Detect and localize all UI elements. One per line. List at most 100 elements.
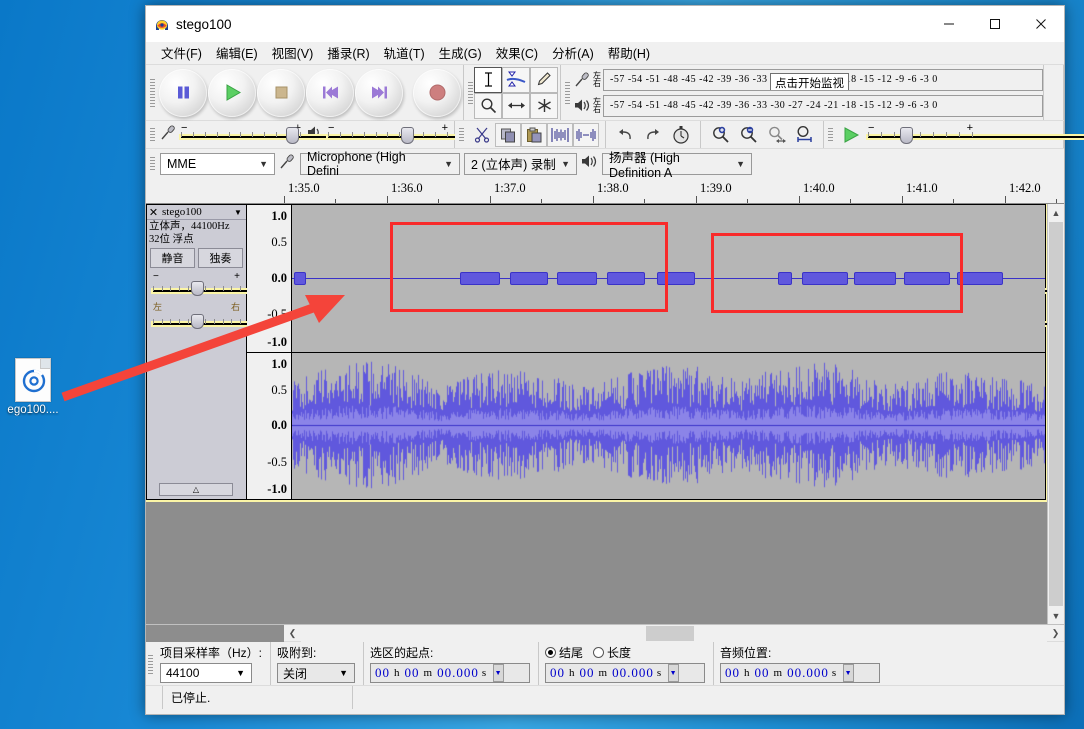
multi-tool-icon[interactable] — [530, 92, 558, 119]
mixer-grip[interactable] — [148, 121, 156, 148]
scroll-up-button[interactable]: ▲ — [1048, 204, 1064, 221]
desktop-icon-label: ego100.... — [7, 404, 59, 416]
zoom-out-button[interactable] — [735, 123, 761, 147]
playback-meter-bar[interactable]: -57 -54 -51 -48 -45 -42 -39 -36 -33 -30 … — [603, 94, 1043, 117]
recording-volume-slider[interactable]: − + — [179, 122, 1083, 145]
recording-channels-combo[interactable]: 2 (立体声) 录制 ▼ — [464, 152, 577, 175]
file-page-shape — [15, 358, 51, 402]
close-button[interactable] — [1018, 6, 1064, 42]
play-speed-slider[interactable]: − + — [866, 122, 1084, 145]
scroll-down-button[interactable]: ▼ — [1048, 607, 1064, 624]
chevron-down-icon: ▼ — [561, 158, 570, 169]
horizontal-scroll-track[interactable] — [301, 624, 1047, 642]
mute-button[interactable]: 静音 — [150, 248, 195, 268]
redo-button[interactable] — [640, 123, 666, 147]
menu-analyze[interactable]: 分析(A) — [545, 41, 601, 64]
track-menu-dropdown-icon[interactable]: ▼ — [230, 208, 246, 217]
fit-selection-button[interactable] — [763, 123, 789, 147]
record-button[interactable] — [413, 68, 461, 117]
selection-tool-icon[interactable] — [474, 66, 502, 93]
audio-pos-hours: 00 — [725, 665, 741, 680]
menu-tracks[interactable]: 轨道(T) — [377, 41, 432, 64]
project-rate-combo[interactable]: 44100 ▼ — [160, 663, 252, 683]
tools-grip[interactable] — [466, 65, 474, 120]
skip-end-button[interactable] — [355, 68, 403, 117]
sel-end-spinner[interactable]: ▼ — [668, 664, 680, 682]
menu-help[interactable]: 帮助(H) — [601, 41, 657, 64]
trim-audio-button[interactable] — [547, 122, 573, 147]
scroll-left-button[interactable]: ❮ — [284, 628, 301, 639]
cut-button[interactable] — [469, 123, 495, 147]
audio-host-combo[interactable]: MME ▼ — [160, 152, 275, 175]
playback-volume-thumb[interactable] — [401, 126, 414, 144]
selection-start-field[interactable]: 00 h 00 m 00.000 s ▼ — [370, 663, 531, 683]
selection-end-field[interactable]: 00 h 00 m 00.000 s ▼ — [545, 663, 706, 683]
track-collapse-button[interactable]: △ — [159, 483, 233, 496]
waveform-right[interactable] — [292, 353, 1045, 499]
device-grip[interactable] — [148, 149, 156, 178]
menu-effect[interactable]: 效果(C) — [489, 41, 545, 64]
draw-tool-icon[interactable] — [530, 66, 558, 93]
menu-file[interactable]: 文件(F) — [154, 41, 209, 64]
menu-generate[interactable]: 生成(G) — [432, 41, 489, 64]
menu-edit[interactable]: 编辑(E) — [209, 41, 265, 64]
pan-slider[interactable] — [151, 313, 1047, 331]
track-area: ✕ stego100 ▼ 立体声，44100Hz 32位 浮点 静音 独奏 − … — [146, 204, 1064, 624]
horizontal-scrollbar[interactable]: ❮ ❯ — [146, 624, 1064, 642]
snap-to-combo[interactable]: 关闭 ▼ — [277, 663, 356, 683]
scroll-right-button[interactable]: ❯ — [1047, 628, 1064, 639]
sel-start-spinner[interactable]: ▼ — [493, 664, 505, 682]
edit-grip[interactable] — [457, 121, 465, 148]
pan-slider-thumb[interactable] — [191, 314, 204, 329]
audio-pos-spinner[interactable]: ▼ — [843, 664, 855, 682]
end-radio[interactable]: 结尾 — [545, 644, 583, 661]
stop-button[interactable] — [257, 68, 305, 117]
gain-slider-thumb[interactable] — [191, 281, 204, 296]
track-close-button[interactable]: ✕ — [147, 206, 160, 219]
desktop-icon-audio-file[interactable]: ego100.... — [2, 358, 64, 416]
zoom-tool-icon[interactable] — [474, 92, 502, 119]
playback-device-combo[interactable]: 扬声器 (High Definition A ▼ — [602, 151, 752, 180]
horizontal-scroll-thumb[interactable] — [646, 625, 694, 641]
menu-bar: 文件(F) 编辑(E) 视图(V) 播录(R) 轨道(T) 生成(G) 效果(C… — [146, 42, 1064, 64]
audio-position-field[interactable]: 00 h 00 m 00.000 s ▼ — [720, 663, 881, 683]
maximize-button[interactable] — [972, 6, 1018, 42]
vertical-scroll-thumb[interactable] — [1049, 222, 1063, 606]
zoom-in-button[interactable] — [707, 123, 733, 147]
recording-meter-bar[interactable]: -57 -54 -51 -48 -45 -42 -39 -36 -33 -30 … — [603, 68, 1043, 91]
end-radio-dot[interactable] — [545, 647, 557, 658]
annotation-box-2 — [711, 233, 963, 313]
copy-button[interactable] — [495, 122, 521, 147]
gain-slider[interactable] — [151, 280, 1047, 298]
timeline-ruler[interactable]: 1:35.0 1:36.0 1:37.0 1:38.0 1:39.0 1:40.0 1:41… — [146, 178, 1064, 204]
playback-meter[interactable]: 左右 -57 -54 -51 -48 -45 -42 -39 -36 -33 -… — [571, 94, 1043, 118]
pause-button[interactable] — [159, 68, 207, 117]
paste-button[interactable] — [521, 122, 547, 147]
meter-grip[interactable] — [563, 65, 571, 120]
undo-button[interactable] — [612, 123, 638, 147]
length-radio[interactable]: 长度 — [593, 644, 631, 661]
menu-transport[interactable]: 播录(R) — [320, 41, 376, 64]
timeshift-tool-icon[interactable] — [502, 92, 530, 119]
play-button[interactable] — [208, 68, 256, 117]
transport-grip[interactable] — [148, 65, 156, 120]
fit-project-button[interactable] — [791, 123, 817, 147]
recording-meter[interactable]: 左右 -57 -54 -51 -48 -45 -42 -39 -36 -33 -… — [571, 68, 1043, 92]
envelope-tool-icon[interactable] — [502, 66, 530, 93]
menu-view[interactable]: 视图(V) — [265, 41, 321, 64]
solo-button[interactable]: 独奏 — [198, 248, 243, 268]
recording-volume-thumb[interactable] — [286, 126, 299, 144]
silence-audio-button[interactable] — [573, 122, 599, 147]
play-at-speed-button[interactable] — [838, 123, 864, 147]
skip-start-button[interactable] — [306, 68, 354, 117]
vertical-scrollbar[interactable]: ▲ ▼ — [1047, 204, 1064, 624]
play-speed-grip[interactable] — [826, 121, 834, 148]
recording-device-combo[interactable]: Microphone (High Defini ▼ — [300, 150, 460, 178]
length-radio-dot[interactable] — [593, 647, 605, 658]
playback-volume-slider[interactable]: − + — [326, 122, 1084, 145]
minimize-button[interactable] — [926, 6, 972, 42]
sync-lock-button[interactable] — [668, 123, 694, 147]
selection-grip[interactable] — [146, 642, 154, 686]
play-speed-thumb[interactable] — [900, 126, 913, 144]
status-spacer — [146, 686, 163, 709]
